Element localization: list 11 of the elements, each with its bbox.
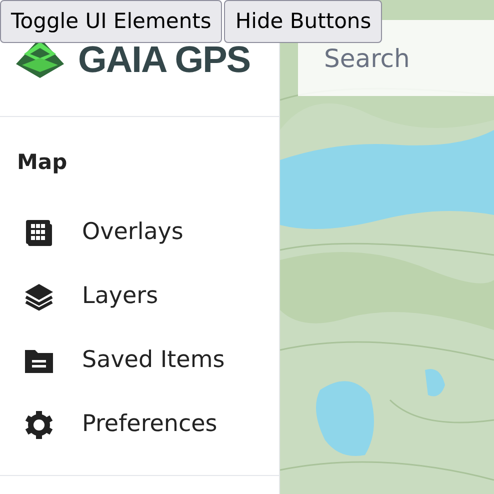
section-title: Map (17, 150, 68, 174)
menu-item[interactable]: Overlays (0, 200, 279, 264)
debug-button[interactable]: Hide Buttons (224, 0, 382, 43)
menu-item[interactable]: Preferences (0, 392, 279, 456)
logo-text: GAIA GPS (78, 41, 250, 78)
debug-button[interactable]: Toggle UI Elements (0, 0, 222, 43)
settings-icon (24, 410, 54, 440)
layers-icon (24, 282, 54, 312)
grid-icon (24, 218, 54, 248)
menu-item[interactable]: Saved Items (0, 328, 279, 392)
menu-item[interactable]: Layers (0, 264, 279, 328)
